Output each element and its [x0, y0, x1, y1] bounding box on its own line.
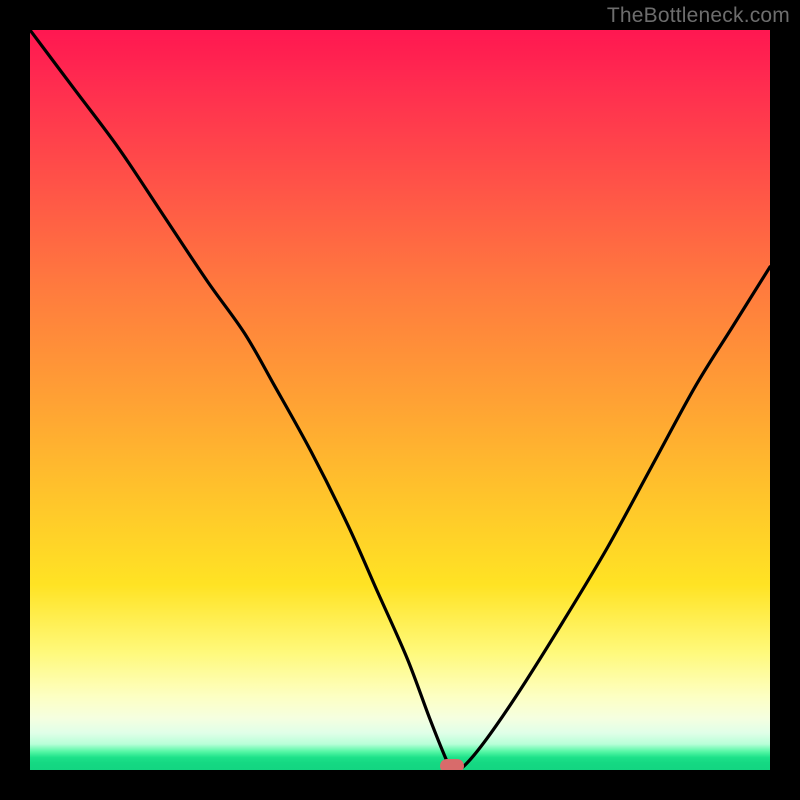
plot-area: [30, 30, 770, 770]
optimal-point-marker: [440, 759, 464, 770]
watermark-label: TheBottleneck.com: [607, 4, 790, 28]
chart-frame: TheBottleneck.com: [0, 0, 800, 800]
bottleneck-curve: [30, 30, 770, 770]
curve-path: [30, 30, 770, 770]
